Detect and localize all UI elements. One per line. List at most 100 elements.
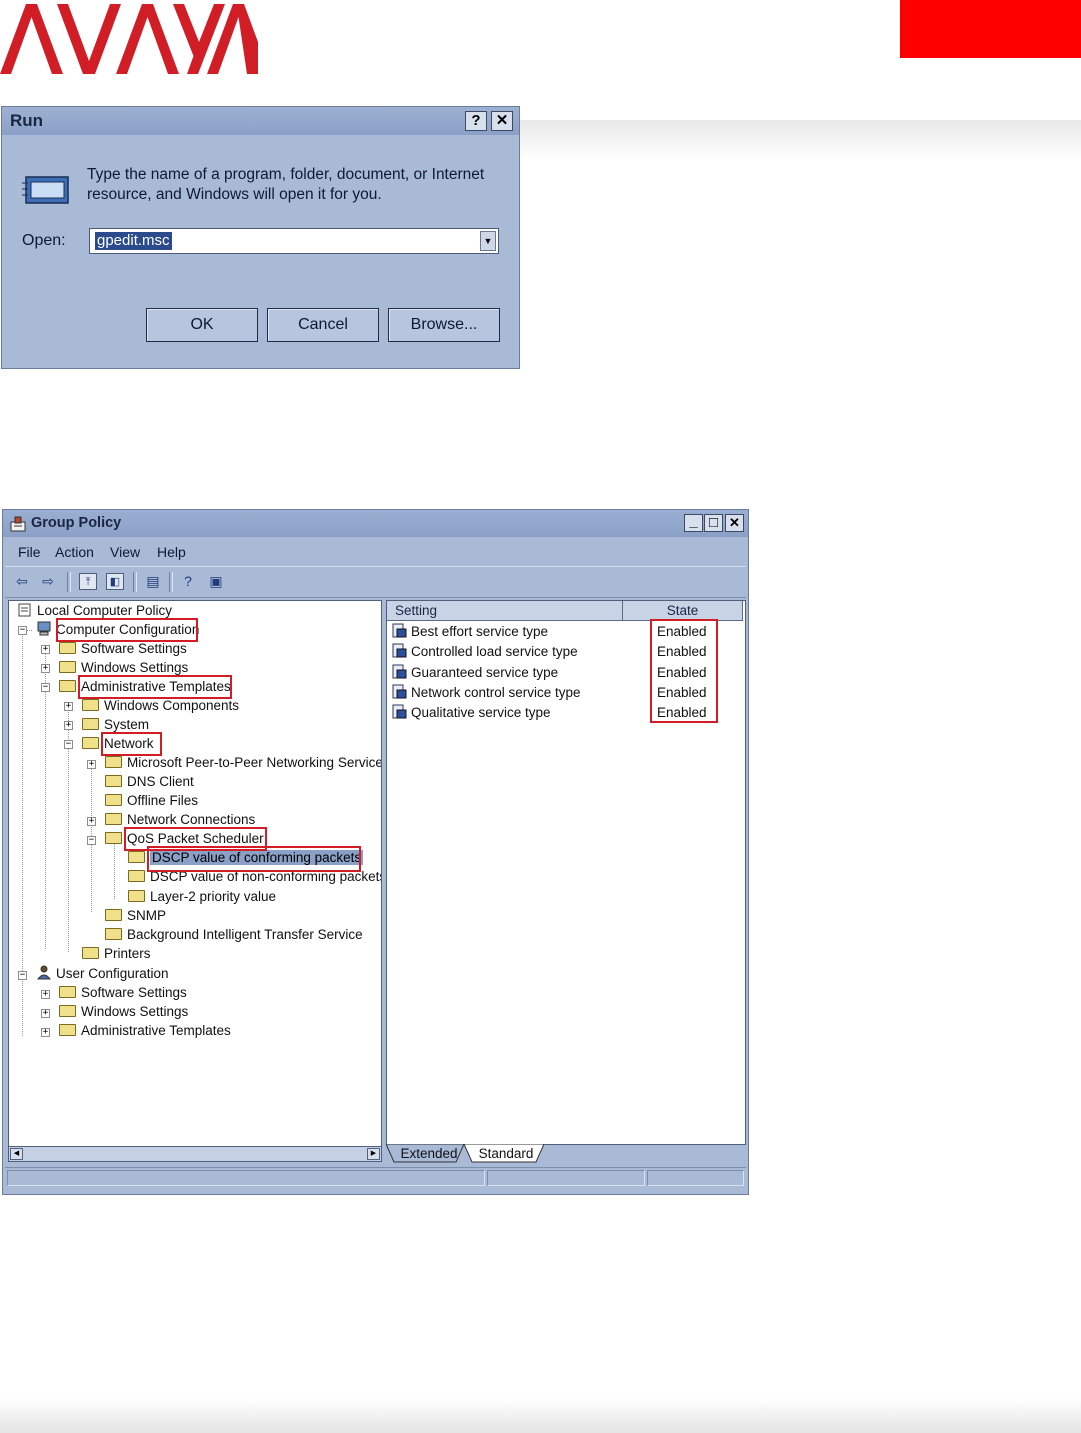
minimize-button[interactable]: _ xyxy=(684,514,703,532)
run-dialog: Run ? ✕ Type the name of a program, fold… xyxy=(1,106,520,369)
maximize-button[interactable]: □ xyxy=(704,514,723,532)
folder-icon xyxy=(128,890,145,902)
highlight-enabled-states xyxy=(650,619,718,723)
run-titlebar[interactable]: Run ? ✕ xyxy=(2,107,519,135)
policy-icon xyxy=(18,603,31,617)
forward-arrow-icon[interactable]: ⇨ xyxy=(39,573,57,590)
setting-icon xyxy=(392,704,407,719)
folder-icon xyxy=(105,909,122,921)
highlight-network xyxy=(101,732,162,756)
ok-button[interactable]: OK xyxy=(146,308,258,342)
open-input[interactable]: gpedit.msc xyxy=(95,232,172,250)
setting-icon xyxy=(392,684,407,699)
open-combobox[interactable]: gpedit.msc ▼ xyxy=(89,228,499,254)
tree-horizontal-scrollbar[interactable]: ◀ ▶ xyxy=(8,1146,382,1162)
folder-icon xyxy=(105,813,122,825)
menu-file[interactable]: File xyxy=(18,544,41,560)
tree-node-windows-components[interactable]: Windows Components xyxy=(82,697,239,715)
tree-node-snmp[interactable]: SNMP xyxy=(105,907,166,925)
tree-node-user-administrative-templates[interactable]: Administrative Templates xyxy=(59,1022,231,1040)
open-label: Open: xyxy=(22,232,66,249)
menu-view[interactable]: View xyxy=(110,544,140,560)
tree-node-user-windows-settings[interactable]: Windows Settings xyxy=(59,1003,188,1021)
tree-node-software-settings[interactable]: Software Settings xyxy=(59,640,187,658)
menu-action[interactable]: Action xyxy=(55,544,94,560)
folder-icon xyxy=(59,680,76,692)
group-policy-icon xyxy=(10,516,26,532)
setting-icon xyxy=(392,664,407,679)
folder-icon xyxy=(59,661,76,673)
toolbar: ⇦ ⇨ ⤒ ◧ ▤ ? ▣ xyxy=(5,566,746,598)
tab-standard[interactable]: Standard xyxy=(470,1144,542,1164)
status-segment-2 xyxy=(487,1170,645,1186)
list-row[interactable]: Controlled load service type xyxy=(391,642,578,662)
scroll-left-arrow-icon[interactable]: ◀ xyxy=(10,1148,23,1160)
menu-bar: File Action View Help xyxy=(3,540,748,564)
browse-button[interactable]: Browse... xyxy=(388,308,500,342)
list-row[interactable]: Network control service type xyxy=(391,683,581,703)
folder-icon xyxy=(82,947,99,959)
brand-accent-block xyxy=(900,0,1081,58)
setting-icon xyxy=(392,643,407,658)
folder-icon xyxy=(59,1005,76,1017)
column-header-setting[interactable]: Setting xyxy=(387,601,623,621)
help-button[interactable]: ? xyxy=(465,111,487,131)
run-prompt: Type the name of a program, folder, docu… xyxy=(87,166,485,203)
folder-icon xyxy=(105,928,122,940)
highlight-administrative-templates xyxy=(78,675,232,699)
settings-list-pane[interactable]: Setting State Best effort service type C… xyxy=(386,600,746,1145)
folder-icon xyxy=(128,851,145,863)
column-header-state[interactable]: State xyxy=(623,601,743,621)
list-row[interactable]: Best effort service type xyxy=(391,622,548,642)
chevron-down-icon[interactable]: ▼ xyxy=(480,231,496,251)
computer-icon xyxy=(37,621,51,636)
avaya-logo xyxy=(0,4,258,74)
properties-icon[interactable]: ▣ xyxy=(207,573,225,590)
folder-icon xyxy=(105,775,122,787)
folder-icon xyxy=(82,737,99,749)
back-arrow-icon[interactable]: ⇦ xyxy=(13,573,31,590)
tree-node-printers[interactable]: Printers xyxy=(82,945,151,963)
header-band xyxy=(520,120,1081,160)
export-list-icon[interactable]: ▤ xyxy=(144,573,162,590)
folder-icon xyxy=(82,699,99,711)
footer-band xyxy=(0,1398,1081,1433)
gp-close-button[interactable]: ✕ xyxy=(725,514,744,532)
view-tabs: Extended Standard xyxy=(386,1144,746,1164)
scroll-right-arrow-icon[interactable]: ▶ xyxy=(367,1148,380,1160)
run-title: Run xyxy=(10,111,44,130)
gp-title: Group Policy xyxy=(31,515,122,531)
folder-icon xyxy=(82,718,99,730)
list-row[interactable]: Qualitative service type xyxy=(391,703,551,723)
status-segment-main xyxy=(7,1170,485,1186)
close-button[interactable]: ✕ xyxy=(491,111,513,131)
folder-icon xyxy=(105,832,122,844)
menu-help[interactable]: Help xyxy=(157,544,186,560)
highlight-dscp-conforming xyxy=(147,846,361,872)
help-book-icon[interactable]: ? xyxy=(179,573,197,590)
folder-icon xyxy=(59,642,76,654)
cancel-button[interactable]: Cancel xyxy=(267,308,379,342)
tree-node-user-software-settings[interactable]: Software Settings xyxy=(59,984,187,1002)
folder-icon xyxy=(105,756,122,768)
tree-node-layer2-priority[interactable]: Layer-2 priority value xyxy=(128,888,276,906)
tree-node-user-configuration[interactable]: User Configuration xyxy=(36,965,169,983)
up-folder-icon[interactable]: ⤒ xyxy=(79,573,97,590)
highlight-computer-configuration xyxy=(56,618,198,642)
tree-node-bits[interactable]: Background Intelligent Transfer Service xyxy=(105,926,363,944)
group-policy-window: Group Policy _ □ ✕ File Action View Help… xyxy=(2,509,749,1195)
tree-node-peer-to-peer[interactable]: Microsoft Peer-to-Peer Networking Servic… xyxy=(105,754,381,772)
list-row[interactable]: Guaranteed service type xyxy=(391,663,558,683)
status-bar xyxy=(5,1167,746,1188)
tab-extended[interactable]: Extended xyxy=(394,1144,464,1164)
folder-icon xyxy=(105,794,122,806)
gp-titlebar[interactable]: Group Policy _ □ ✕ xyxy=(3,510,748,537)
tree-pane[interactable]: − + + − + + − + + − − + + + Local Comput… xyxy=(8,600,382,1162)
show-hide-tree-icon[interactable]: ◧ xyxy=(106,573,124,590)
run-icon xyxy=(22,176,69,204)
folder-icon xyxy=(128,870,145,882)
tree-node-offline-files[interactable]: Offline Files xyxy=(105,792,198,810)
tree-node-dns-client[interactable]: DNS Client xyxy=(105,773,194,791)
folder-icon xyxy=(59,1024,76,1036)
folder-icon xyxy=(59,986,76,998)
